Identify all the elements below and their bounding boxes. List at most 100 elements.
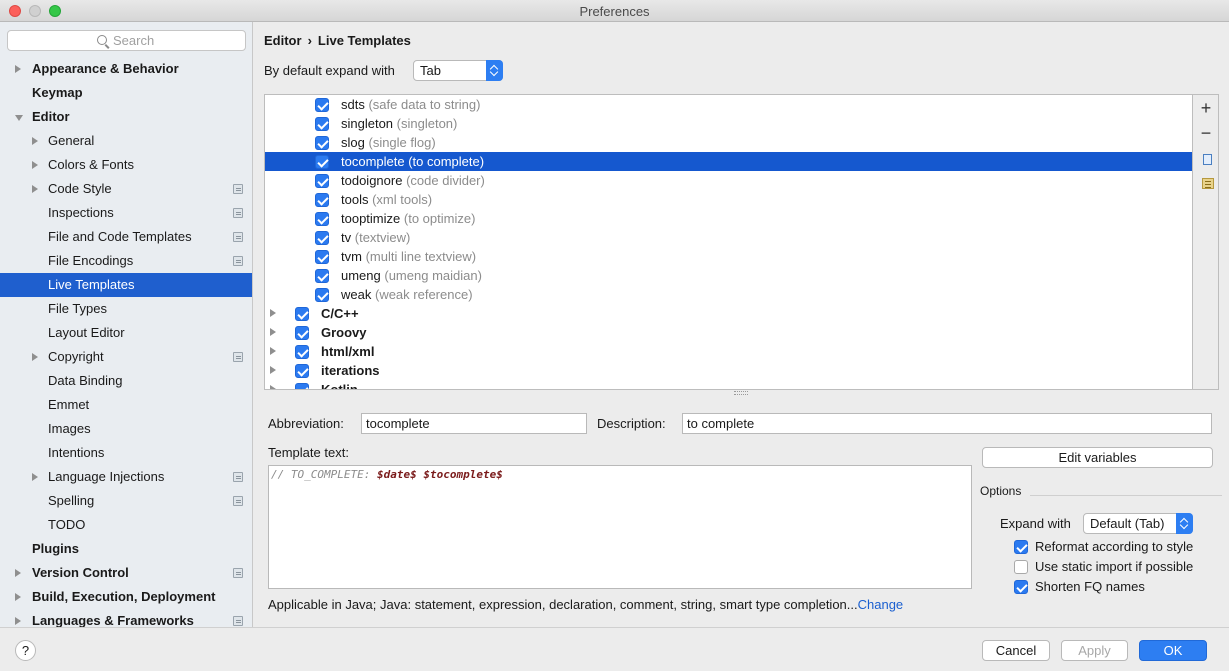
add-icon[interactable]: + (1197, 99, 1215, 117)
group-checkbox[interactable] (295, 383, 309, 389)
help-button[interactable]: ? (15, 640, 36, 661)
sidebar-item-language-injections[interactable]: Language Injections (0, 465, 252, 489)
collapsed-arrow-icon[interactable] (32, 137, 38, 145)
group-checkbox[interactable] (295, 307, 309, 321)
change-context-link[interactable]: Change (858, 597, 904, 612)
collapsed-arrow-icon[interactable] (270, 328, 276, 336)
sidebar-item-layout-editor[interactable]: Layout Editor (0, 321, 252, 345)
sidebar-item-build-execution-deployment[interactable]: Build, Execution, Deployment (0, 585, 252, 609)
template-row-tv[interactable]: tv (textview) (265, 228, 1192, 247)
collapsed-arrow-icon[interactable] (15, 65, 21, 73)
template-group-html-xml[interactable]: html/xml (265, 342, 1192, 361)
remove-icon[interactable]: − (1197, 124, 1215, 142)
default-expand-value: Tab (420, 63, 441, 78)
collapsed-arrow-icon[interactable] (15, 569, 21, 577)
sidebar-item-appearance-behavior[interactable]: Appearance & Behavior (0, 57, 252, 81)
template-abbreviation: todoignore (341, 173, 403, 188)
sidebar-item-spelling[interactable]: Spelling (0, 489, 252, 513)
template-checkbox[interactable] (315, 250, 329, 264)
expand-with-select[interactable]: Default (Tab) (1083, 513, 1193, 534)
sidebar-item-file-and-code-templates[interactable]: File and Code Templates (0, 225, 252, 249)
sidebar-item-file-encodings[interactable]: File Encodings (0, 249, 252, 273)
template-checkbox[interactable] (315, 98, 329, 112)
shorten-fq-checkbox[interactable] (1014, 580, 1028, 594)
copy-button[interactable] (1197, 149, 1217, 167)
static-import-checkbox[interactable] (1014, 560, 1028, 574)
template-checkbox[interactable] (315, 193, 329, 207)
template-row-singleton[interactable]: singleton (singleton) (265, 114, 1192, 133)
template-row-slog[interactable]: slog (single flog) (265, 133, 1192, 152)
template-checkbox[interactable] (315, 212, 329, 226)
collapsed-arrow-icon[interactable] (270, 309, 276, 317)
sidebar-item-inspections[interactable]: Inspections (0, 201, 252, 225)
template-group-iterations[interactable]: iterations (265, 361, 1192, 380)
sidebar-item-file-types[interactable]: File Types (0, 297, 252, 321)
search-input[interactable] (113, 33, 233, 48)
template-checkbox[interactable] (315, 288, 329, 302)
template-row-sdts[interactable]: sdts (safe data to string) (265, 95, 1192, 114)
apply-button[interactable]: Apply (1061, 640, 1128, 661)
sidebar-item-label: Editor (32, 109, 70, 124)
template-row-tocomplete[interactable]: tocomplete (to complete) (265, 152, 1192, 171)
default-expand-select[interactable]: Tab (413, 60, 503, 81)
sidebar-item-plugins[interactable]: Plugins (0, 537, 252, 561)
group-checkbox[interactable] (295, 326, 309, 340)
sidebar-item-label: Language Injections (48, 469, 165, 484)
collapsed-arrow-icon[interactable] (32, 353, 38, 361)
sidebar-item-copyright[interactable]: Copyright (0, 345, 252, 369)
template-row-tooptimize[interactable]: tooptimize (to optimize) (265, 209, 1192, 228)
sidebar-item-editor[interactable]: Editor (0, 105, 252, 129)
template-checkbox[interactable] (315, 117, 329, 131)
sidebar-item-todo[interactable]: TODO (0, 513, 252, 537)
collapsed-arrow-icon[interactable] (270, 385, 276, 389)
template-group-groovy[interactable]: Groovy (265, 323, 1192, 342)
templates-list[interactable]: sdts (safe data to string) singleton (sin… (264, 94, 1193, 390)
cancel-button[interactable]: Cancel (982, 640, 1050, 661)
collapsed-arrow-icon[interactable] (270, 347, 276, 355)
template-checkbox[interactable] (315, 269, 329, 283)
template-text-editor[interactable]: // TO_COMPLETE: $date$ $tocomplete$ (268, 465, 972, 589)
search-box[interactable] (7, 30, 246, 51)
template-group-c-c[interactable]: C/C++ (265, 304, 1192, 323)
group-checkbox[interactable] (295, 345, 309, 359)
change-context-button[interactable] (1197, 174, 1215, 192)
collapsed-arrow-icon[interactable] (32, 161, 38, 169)
template-row-tools[interactable]: tools (xml tools) (265, 190, 1192, 209)
sidebar-item-intentions[interactable]: Intentions (0, 441, 252, 465)
sidebar-item-emmet[interactable]: Emmet (0, 393, 252, 417)
breadcrumb-parent[interactable]: Editor (264, 33, 302, 48)
sidebar-item-languages-frameworks[interactable]: Languages & Frameworks (0, 609, 252, 627)
edit-variables-button[interactable]: Edit variables (982, 447, 1213, 468)
sidebar-item-data-binding[interactable]: Data Binding (0, 369, 252, 393)
collapsed-arrow-icon[interactable] (15, 593, 21, 601)
collapsed-arrow-icon[interactable] (270, 366, 276, 374)
template-row-tvm[interactable]: tvm (multi line textview) (265, 247, 1192, 266)
abbreviation-field[interactable]: tocomplete (361, 413, 587, 434)
sidebar-item-general[interactable]: General (0, 129, 252, 153)
collapsed-arrow-icon[interactable] (32, 185, 38, 193)
template-group-kotlin[interactable]: Kotlin (265, 380, 1192, 389)
template-row-todoignore[interactable]: todoignore (code divider) (265, 171, 1192, 190)
template-text: tools (xml tools) (341, 190, 432, 209)
template-checkbox[interactable] (315, 155, 329, 169)
sidebar-item-code-style[interactable]: Code Style (0, 177, 252, 201)
reformat-checkbox[interactable] (1014, 540, 1028, 554)
sidebar-item-version-control[interactable]: Version Control (0, 561, 252, 585)
splitter-handle[interactable] (734, 391, 748, 395)
template-description: (singleton) (396, 116, 458, 131)
template-checkbox[interactable] (315, 231, 329, 245)
collapsed-arrow-icon[interactable] (32, 473, 38, 481)
expanded-arrow-icon[interactable] (15, 115, 23, 121)
sidebar-item-keymap[interactable]: Keymap (0, 81, 252, 105)
sidebar-item-colors-fonts[interactable]: Colors & Fonts (0, 153, 252, 177)
template-row-weak[interactable]: weak (weak reference) (265, 285, 1192, 304)
sidebar-item-images[interactable]: Images (0, 417, 252, 441)
template-checkbox[interactable] (315, 174, 329, 188)
group-checkbox[interactable] (295, 364, 309, 378)
sidebar-item-live-templates[interactable]: Live Templates (0, 273, 252, 297)
description-field[interactable]: to complete (682, 413, 1212, 434)
template-row-umeng[interactable]: umeng (umeng maidian) (265, 266, 1192, 285)
template-checkbox[interactable] (315, 136, 329, 150)
collapsed-arrow-icon[interactable] (15, 617, 21, 625)
ok-button[interactable]: OK (1139, 640, 1207, 661)
